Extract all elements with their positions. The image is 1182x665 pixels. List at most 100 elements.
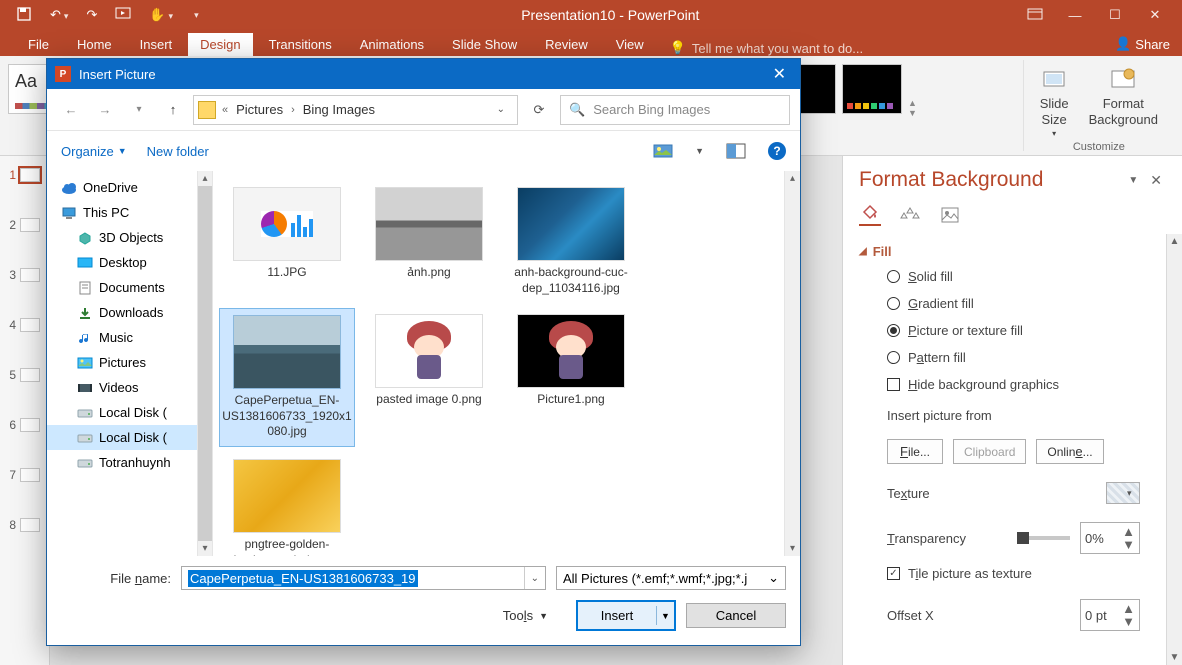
file-item[interactable]: CapePerpetua_EN-US1381606733_1920x1080.j…	[219, 308, 355, 447]
slide-thumb-3[interactable]: 3	[0, 266, 49, 284]
crumb-bing[interactable]: Bing Images	[297, 102, 381, 117]
redo-icon[interactable]: ↷	[86, 7, 97, 23]
save-icon[interactable]	[16, 6, 32, 25]
solid-fill-radio[interactable]: Solid fill	[887, 269, 1140, 284]
slide-thumb-4[interactable]: 4	[0, 316, 49, 334]
preview-pane-icon[interactable]	[724, 141, 748, 161]
breadcrumb[interactable]: « Pictures › Bing Images ⌄	[193, 95, 518, 125]
tree-3d-objects[interactable]: 3D Objects	[47, 225, 197, 250]
qat-customize-icon[interactable]: ▾	[194, 10, 199, 21]
nav-recent-icon[interactable]: ▾	[125, 96, 153, 124]
dialog-title: Insert Picture	[79, 67, 759, 82]
dialog-titlebar[interactable]: P Insert Picture ✕	[47, 59, 800, 89]
file-filter-dropdown[interactable]: All Pictures (*.emf;*.wmf;*.jpg;*.j⌄	[556, 566, 786, 590]
pane-scrollbar[interactable]: ▲▼	[1166, 234, 1182, 665]
tile-checkbox[interactable]: ✓Tile picture as texture	[887, 566, 1140, 581]
help-icon[interactable]: ?	[768, 142, 786, 160]
start-slideshow-icon[interactable]	[115, 6, 131, 25]
undo-icon[interactable]: ↶▾	[50, 7, 68, 23]
nav-up-icon[interactable]: ↑	[159, 96, 187, 124]
tab-slideshow[interactable]: Slide Show	[440, 33, 529, 56]
slide-thumb-2[interactable]: 2	[0, 216, 49, 234]
insert-split-icon[interactable]: ▼	[656, 606, 674, 625]
tree-pictures[interactable]: Pictures	[47, 350, 197, 375]
tree-documents[interactable]: Documents	[47, 275, 197, 300]
online-button[interactable]: Online...	[1036, 439, 1103, 464]
format-background-button[interactable]: Format Background	[1083, 64, 1164, 141]
slide-thumb-7[interactable]: 7	[0, 466, 49, 484]
tab-home[interactable]: Home	[65, 33, 124, 56]
file-button[interactable]: File...	[887, 439, 943, 464]
tree-onedrive[interactable]: OneDrive	[47, 175, 197, 200]
slide-thumb-8[interactable]: 8	[0, 516, 49, 534]
share-button[interactable]: 👤Share	[1103, 32, 1182, 56]
ribbon-options-icon[interactable]	[1022, 8, 1048, 23]
tree-totranhuynh[interactable]: Totranhuynh	[47, 450, 197, 475]
texture-picker[interactable]	[1106, 482, 1140, 504]
filename-input[interactable]: CapePerpetua_EN-US1381606733_19⌄	[181, 566, 546, 590]
picture-fill-radio[interactable]: Picture or texture fill	[887, 323, 1140, 338]
clipboard-button: Clipboard	[953, 439, 1026, 464]
tree-local-disk-[interactable]: Local Disk (	[47, 425, 197, 450]
crumb-dropdown-icon[interactable]: ⌄	[489, 104, 513, 115]
minimize-icon[interactable]: ―	[1062, 8, 1088, 23]
effects-tab-icon[interactable]	[899, 204, 921, 226]
tree-desktop[interactable]: Desktop	[47, 250, 197, 275]
offsetx-value[interactable]: 0 pt▲▼	[1080, 599, 1140, 631]
organize-button[interactable]: Organize▼	[61, 144, 127, 159]
pattern-fill-radio[interactable]: Pattern fill	[887, 350, 1140, 365]
tab-insert[interactable]: Insert	[128, 33, 185, 56]
tab-animations[interactable]: Animations	[348, 33, 436, 56]
fill-section-header[interactable]: ◢Fill	[859, 238, 1150, 265]
tab-review[interactable]: Review	[533, 33, 600, 56]
file-item[interactable]: 11.JPG	[219, 181, 355, 302]
picture-tab-icon[interactable]	[939, 204, 961, 226]
transparency-slider[interactable]	[1017, 536, 1070, 540]
tree-scrollbar[interactable]: ▴▾	[197, 171, 213, 556]
file-item[interactable]: ảnh.png	[361, 181, 497, 302]
pane-close-icon[interactable]: ✕	[1146, 170, 1166, 191]
variants-more-icon[interactable]: ▲▼	[908, 64, 917, 151]
close-icon[interactable]: ✕	[1142, 7, 1168, 23]
crumb-pictures[interactable]: Pictures	[230, 102, 289, 117]
tree-videos[interactable]: Videos	[47, 375, 197, 400]
slide-thumb-6[interactable]: 6	[0, 416, 49, 434]
tree-downloads[interactable]: Downloads	[47, 300, 197, 325]
tab-transitions[interactable]: Transitions	[257, 33, 344, 56]
insert-button[interactable]: Insert▼	[576, 600, 676, 631]
slide-thumb-5[interactable]: 5	[0, 366, 49, 384]
customize-group-label: Customize	[1073, 141, 1125, 153]
cancel-button[interactable]: Cancel	[686, 603, 786, 628]
view-mode-dropdown-icon[interactable]: ▼	[695, 146, 704, 156]
file-item[interactable]: pngtree-golden-background-picture-image_…	[219, 453, 355, 556]
tell-me-search[interactable]: 💡Tell me what you want to do...	[670, 40, 863, 56]
maximize-icon[interactable]: ☐	[1102, 7, 1128, 23]
tab-design[interactable]: Design	[188, 33, 252, 56]
touch-mode-icon[interactable]: ✋▾	[149, 7, 173, 23]
file-grid[interactable]: 11.JPGảnh.pnganh-background-cuc-dep_1103…	[213, 171, 784, 556]
fill-tab-icon[interactable]	[859, 204, 881, 226]
tab-file[interactable]: File	[16, 33, 61, 56]
file-item[interactable]: Picture1.png	[503, 308, 639, 447]
view-mode-icon[interactable]	[651, 141, 675, 161]
refresh-icon[interactable]: ⟳	[524, 95, 554, 125]
transparency-value[interactable]: 0%▲▼	[1080, 522, 1140, 554]
files-scrollbar[interactable]: ▴▾	[784, 171, 800, 556]
gradient-fill-radio[interactable]: Gradient fill	[887, 296, 1140, 311]
tree-local-disk-[interactable]: Local Disk (	[47, 400, 197, 425]
nav-back-icon[interactable]: ←	[57, 96, 85, 124]
variant-2[interactable]	[842, 64, 902, 114]
tree-music[interactable]: Music	[47, 325, 197, 350]
pane-options-icon[interactable]: ▼	[1128, 175, 1138, 186]
search-input[interactable]: 🔍 Search Bing Images	[560, 95, 790, 125]
tab-view[interactable]: View	[604, 33, 656, 56]
slide-thumb-1[interactable]: 1	[0, 166, 49, 184]
file-item[interactable]: pasted image 0.png	[361, 308, 497, 447]
tools-dropdown[interactable]: Tools▼	[503, 608, 548, 623]
file-item[interactable]: anh-background-cuc-dep_11034116.jpg	[503, 181, 639, 302]
new-folder-button[interactable]: New folder	[147, 144, 209, 159]
tree-this-pc[interactable]: This PC	[47, 200, 197, 225]
hide-bg-checkbox[interactable]: Hide background graphics	[887, 377, 1140, 392]
slide-size-button[interactable]: Slide Size▾	[1034, 64, 1075, 141]
dialog-close-icon[interactable]: ✕	[767, 64, 792, 84]
